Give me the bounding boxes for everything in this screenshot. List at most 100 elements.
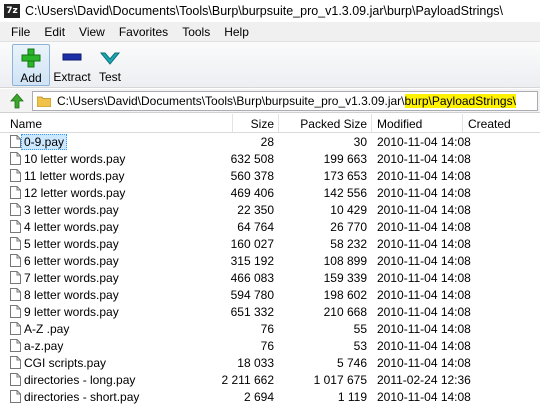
file-icon xyxy=(10,322,21,335)
file-row[interactable]: 12 letter words.pay 469 406 142 556 2010-11… xyxy=(0,184,540,201)
column-separator[interactable] xyxy=(462,114,463,132)
add-button[interactable]: Add xyxy=(12,44,50,86)
file-row[interactable]: a-z.pay 76 53 2010-11-04 14:08 xyxy=(0,337,540,354)
column-created[interactable]: Created xyxy=(468,117,511,131)
file-modified: 2010-11-04 14:08 xyxy=(377,322,471,336)
file-packed-size: 5 746 xyxy=(336,356,367,370)
file-packed-size: 1 017 675 xyxy=(313,373,367,387)
file-name-text: 9 letter words.pay xyxy=(24,305,119,319)
file-name: 0-9.pay xyxy=(21,134,68,150)
column-separator[interactable] xyxy=(371,114,372,132)
toolbar: Add Extract Test xyxy=(0,42,540,88)
column-separator[interactable] xyxy=(232,114,233,132)
menu-help[interactable]: Help xyxy=(217,25,256,39)
file-name-text: a-z.pay xyxy=(24,339,64,353)
file-packed-size: 55 xyxy=(353,322,367,336)
menu-tools[interactable]: Tools xyxy=(175,25,217,39)
column-modified[interactable]: Modified xyxy=(377,117,422,131)
file-size: 651 332 xyxy=(230,305,274,319)
menu-view[interactable]: View xyxy=(72,25,112,39)
file-name: 6 letter words.pay xyxy=(24,254,119,268)
file-name: 7 letter words.pay xyxy=(24,271,119,285)
file-icon xyxy=(10,305,21,318)
file-name-text: 4 letter words.pay xyxy=(24,220,119,234)
file-row[interactable]: 5 letter words.pay 160 027 58 232 2010-11-0… xyxy=(0,235,540,252)
file-name-text: 3 letter words.pay xyxy=(24,203,119,217)
file-name-text: directories - long.pay xyxy=(24,373,136,387)
file-size: 2 211 662 xyxy=(221,373,275,387)
file-row[interactable]: 6 letter words.pay 315 192 108 899 2010-11-… xyxy=(0,252,540,269)
file-packed-size: 26 770 xyxy=(330,220,367,234)
file-row[interactable]: 9 letter words.pay 651 332 210 668 2010-11-… xyxy=(0,303,540,320)
file-modified: 2010-11-04 14:08 xyxy=(377,305,471,319)
file-icon xyxy=(10,288,21,301)
path-field[interactable]: C:\Users\David\Documents\Tools\Burp\burp… xyxy=(32,91,538,111)
file-size: 2 694 xyxy=(243,390,274,404)
file-icon xyxy=(10,220,21,233)
file-row[interactable]: CGI scripts.pay 18 033 5 746 2010-11-04 14:… xyxy=(0,354,540,371)
file-row[interactable]: 10 letter words.pay 632 508 199 663 2010-11… xyxy=(0,150,540,167)
extract-label: Extract xyxy=(53,70,91,84)
up-folder-icon[interactable] xyxy=(8,92,26,110)
file-name-text: 5 letter words.pay xyxy=(24,237,119,251)
folder-icon xyxy=(37,96,51,107)
address-bar: C:\Users\David\Documents\Tools\Burp\burp… xyxy=(0,89,540,113)
test-button[interactable]: Test xyxy=(94,44,126,86)
file-packed-size: 108 899 xyxy=(323,254,367,268)
file-packed-size: 199 663 xyxy=(323,152,367,166)
menu-file[interactable]: File xyxy=(4,25,37,39)
column-packed-size[interactable]: Packed Size xyxy=(300,117,367,131)
list-body: 0-9.pay 28 30 2010-11-04 14:08 10 letter wor… xyxy=(0,133,540,405)
file-name-text: 10 letter words.pay xyxy=(24,152,126,166)
file-row[interactable]: 3 letter words.pay 22 350 10 429 2010-11-04… xyxy=(0,201,540,218)
extract-button[interactable]: Extract xyxy=(52,44,92,86)
plus-icon xyxy=(19,46,43,70)
file-row[interactable]: 7 letter words.pay 466 083 159 339 2010-11-… xyxy=(0,269,540,286)
path-text: C:\Users\David\Documents\Tools\Burp\burp… xyxy=(57,94,516,108)
file-size: 315 192 xyxy=(230,254,274,268)
file-name: 10 letter words.pay xyxy=(24,152,125,166)
add-label: Add xyxy=(20,71,42,85)
file-modified: 2010-11-04 14:08 xyxy=(377,135,471,149)
file-row[interactable]: directories - long.pay 2 211 662 1 017 675… xyxy=(0,371,540,388)
file-packed-size: 210 668 xyxy=(323,305,367,319)
file-row[interactable]: A-Z .pay 76 55 2010-11-04 14:08 xyxy=(0,320,540,337)
file-size: 560 378 xyxy=(230,169,274,183)
checkmark-icon xyxy=(98,45,122,69)
file-name-text: CGI scripts.pay xyxy=(24,356,107,370)
file-icon xyxy=(10,186,21,199)
file-row[interactable]: 0-9.pay 28 30 2010-11-04 14:08 xyxy=(0,133,540,150)
test-label: Test xyxy=(98,70,121,84)
file-name: A-Z .pay xyxy=(24,322,69,336)
file-row[interactable]: 8 letter words.pay 594 780 198 602 2010-11-… xyxy=(0,286,540,303)
file-name: directories - short.pay xyxy=(24,390,139,404)
file-modified: 2011-02-24 12:36 xyxy=(377,373,471,387)
file-modified: 2010-11-04 14:08 xyxy=(377,220,471,234)
file-modified: 2010-11-04 14:08 xyxy=(377,271,471,285)
file-modified: 2010-11-04 14:08 xyxy=(377,254,471,268)
menu-edit[interactable]: Edit xyxy=(37,25,72,39)
app-icon: 7z xyxy=(4,4,20,18)
file-modified: 2010-11-04 14:08 xyxy=(377,390,471,404)
file-row[interactable]: 4 letter words.pay 64 764 26 770 2010-11-04… xyxy=(0,218,540,235)
file-name-text: 11 letter words.pay xyxy=(24,169,125,183)
file-name-text: 8 letter words.pay xyxy=(24,288,119,302)
file-name-text: A-Z .pay xyxy=(24,322,70,336)
file-icon xyxy=(10,271,21,284)
file-list[interactable]: Name Size Packed Size Modified Created 0… xyxy=(0,114,540,413)
column-size[interactable]: Size xyxy=(251,117,274,131)
file-modified: 2010-11-04 14:08 xyxy=(377,339,471,353)
file-icon xyxy=(10,254,21,267)
file-row[interactable]: 11 letter words.pay 560 378 173 653 2010-11… xyxy=(0,167,540,184)
menu-favorites[interactable]: Favorites xyxy=(112,25,175,39)
column-name[interactable]: Name xyxy=(10,117,42,131)
file-icon xyxy=(10,237,21,250)
file-size: 466 083 xyxy=(230,271,274,285)
file-name: CGI scripts.pay xyxy=(24,356,106,370)
file-packed-size: 173 653 xyxy=(323,169,367,183)
column-separator[interactable] xyxy=(278,114,279,132)
file-name: a-z.pay xyxy=(24,339,63,353)
file-name-text: 6 letter words.pay xyxy=(24,254,119,268)
file-modified: 2010-11-04 14:08 xyxy=(377,288,471,302)
file-row[interactable]: directories - short.pay 2 694 1 119 2010-11… xyxy=(0,388,540,405)
